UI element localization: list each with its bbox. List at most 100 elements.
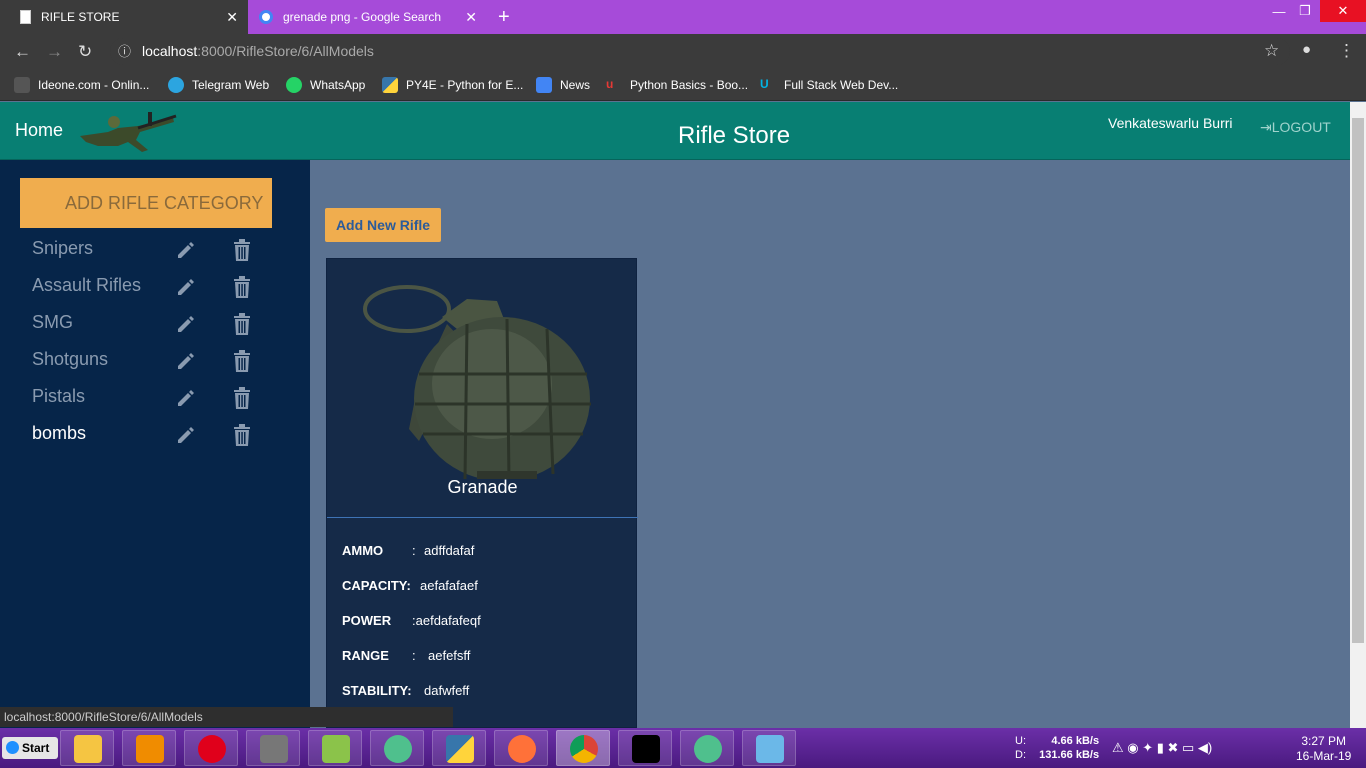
bookmark-py4e[interactable]: PY4E - Python for E... — [382, 77, 523, 93]
category-name[interactable]: Shotguns — [32, 349, 108, 370]
app-title: Rifle Store — [678, 122, 791, 149]
start-button[interactable]: Start — [2, 737, 58, 759]
windows-logo-icon — [6, 741, 19, 754]
url-input[interactable]: ⓘ localhost:8000/RifleStore/6/AllModels — [110, 38, 1290, 65]
firefox-icon — [508, 735, 536, 763]
category-item-pistals[interactable]: Pistals — [32, 386, 282, 416]
scrollbar-thumb[interactable] — [1352, 118, 1364, 643]
category-item-bombs[interactable]: bombs — [32, 423, 282, 453]
trash-icon[interactable] — [233, 276, 251, 298]
pencil-icon[interactable] — [175, 314, 195, 334]
bookmark-news[interactable]: News — [536, 77, 590, 93]
spec-stability: STABILITY: dafwfeff — [342, 683, 469, 698]
taskbar-firefox[interactable] — [494, 730, 548, 766]
tray-icons[interactable]: ⚠ ◉ ✦ ▮ ✖ ▭ ◀) — [1112, 740, 1212, 756]
bookmark-ideone[interactable]: Ideone.com - Onlin... — [14, 77, 149, 93]
taskbar-atom[interactable] — [370, 730, 424, 766]
trash-icon[interactable] — [233, 387, 251, 409]
tab-rifle-store[interactable]: RIFLE STORE ✕ — [0, 0, 248, 34]
bookmark-star-icon[interactable]: ☆ — [1264, 41, 1279, 61]
logout-label: LOGOUT — [1271, 119, 1331, 135]
bookmark-python-basics[interactable]: u Python Basics - Boo... — [606, 77, 748, 93]
vlc-icon — [136, 735, 164, 763]
spec-value: aefafafaef — [420, 578, 478, 593]
taskbar-python[interactable] — [432, 730, 486, 766]
category-name[interactable]: Assault Rifles — [32, 275, 141, 296]
bookmark-telegram[interactable]: Telegram Web — [168, 77, 269, 93]
tab-close-icon[interactable]: ✕ — [226, 9, 238, 26]
tab-title: RIFLE STORE — [41, 10, 120, 24]
bookmarks-bar: Ideone.com - Onlin... Telegram Web Whats… — [0, 69, 1366, 101]
forward-arrow-icon[interactable]: → — [46, 42, 63, 62]
clock[interactable]: 3:27 PM 16-Mar-19 — [1296, 734, 1351, 764]
taskbar-database[interactable] — [246, 730, 300, 766]
info-icon[interactable]: ⓘ — [118, 38, 131, 65]
opera-icon — [198, 735, 226, 763]
ideone-icon — [14, 77, 30, 93]
incognito-icon[interactable]: ● — [1302, 41, 1311, 58]
bookmark-label: Full Stack Web Dev... — [784, 78, 899, 92]
pencil-icon[interactable] — [175, 351, 195, 371]
taskbar-vlc[interactable] — [122, 730, 176, 766]
address-bar-row: ← → ↻ ⓘ localhost:8000/RifleStore/6/AllM… — [0, 34, 1366, 69]
rifle-card[interactable]: Granade AMMO: adffdafaf CAPACITY: aefafafa… — [326, 258, 638, 728]
category-item-snipers[interactable]: Snipers — [32, 238, 282, 268]
taskbar-cmd[interactable] — [618, 730, 672, 766]
category-name[interactable]: bombs — [32, 423, 86, 444]
pencil-icon[interactable] — [175, 277, 195, 297]
bookmark-full-stack[interactable]: U Full Stack Web Dev... — [760, 77, 898, 93]
category-item-shotguns[interactable]: Shotguns — [32, 349, 282, 379]
google-icon — [259, 10, 273, 24]
udemy-icon: u — [606, 77, 614, 91]
upload-label: U: — [1015, 735, 1026, 747]
trash-icon[interactable] — [233, 313, 251, 335]
trash-icon[interactable] — [233, 424, 251, 446]
taskbar-notepad[interactable] — [308, 730, 362, 766]
taskbar-explorer[interactable] — [60, 730, 114, 766]
category-item-assault-rifles[interactable]: Assault Rifles — [32, 275, 282, 305]
spec-capacity: CAPACITY: aefafafaef — [342, 578, 478, 593]
home-link[interactable]: Home — [15, 120, 63, 141]
tab-close-icon[interactable]: ✕ — [465, 9, 477, 26]
news-icon — [536, 77, 552, 93]
spec-power: POWER:aefdafafeqf — [342, 613, 481, 628]
trash-icon[interactable] — [233, 350, 251, 372]
category-name[interactable]: Pistals — [32, 386, 85, 407]
bookmark-label: WhatsApp — [310, 78, 366, 92]
pencil-icon[interactable] — [175, 388, 195, 408]
tab-grenade-search[interactable]: grenade png - Google Search ✕ — [249, 0, 487, 34]
trash-icon[interactable] — [233, 239, 251, 261]
python-icon — [382, 77, 398, 93]
bookmark-label: Ideone.com - Onlin... — [38, 78, 150, 92]
spec-value: dafwfeff — [424, 683, 470, 698]
back-arrow-icon[interactable]: ← — [14, 42, 31, 62]
taskbar-atom-2[interactable] — [680, 730, 734, 766]
close-window-button[interactable]: ✕ — [1320, 0, 1366, 22]
bookmark-label: Telegram Web — [192, 78, 270, 92]
category-name[interactable]: SMG — [32, 312, 73, 333]
add-new-rifle-button[interactable]: Add New Rifle — [325, 208, 441, 242]
bookmark-whatsapp[interactable]: WhatsApp — [286, 77, 365, 93]
terminal-icon — [632, 735, 660, 763]
database-icon — [260, 735, 288, 763]
category-name[interactable]: Snipers — [32, 238, 93, 259]
pencil-icon[interactable] — [175, 425, 195, 445]
taskbar-photos[interactable] — [742, 730, 796, 766]
spec-label: POWER — [342, 613, 392, 628]
taskbar-opera[interactable] — [184, 730, 238, 766]
new-tab-button[interactable]: + — [498, 6, 510, 29]
download-speed: 131.66 kB/s — [1039, 749, 1100, 761]
folder-icon — [74, 735, 102, 763]
category-item-smg[interactable]: SMG — [32, 312, 282, 342]
main-content: Add New Rifle Granade AMMO: adffdafaf CAP… — [310, 160, 1350, 730]
network-speed: U: 4.66 kB/s D: 131.66 kB/s — [1015, 734, 1099, 762]
spec-label: STABILITY: — [342, 683, 412, 698]
pencil-icon[interactable] — [175, 240, 195, 260]
download-label: D: — [1015, 749, 1026, 761]
add-rifle-category-button[interactable]: ADD RIFLE CATEGORY — [20, 178, 272, 228]
reload-icon[interactable]: ↻ — [78, 42, 92, 62]
menu-dots-icon[interactable]: ⋮ — [1338, 41, 1355, 61]
logout-link[interactable]: ⇥LOGOUT — [1260, 119, 1331, 136]
maximize-button[interactable]: ❐ — [1290, 0, 1320, 22]
taskbar-chrome[interactable] — [556, 730, 610, 766]
